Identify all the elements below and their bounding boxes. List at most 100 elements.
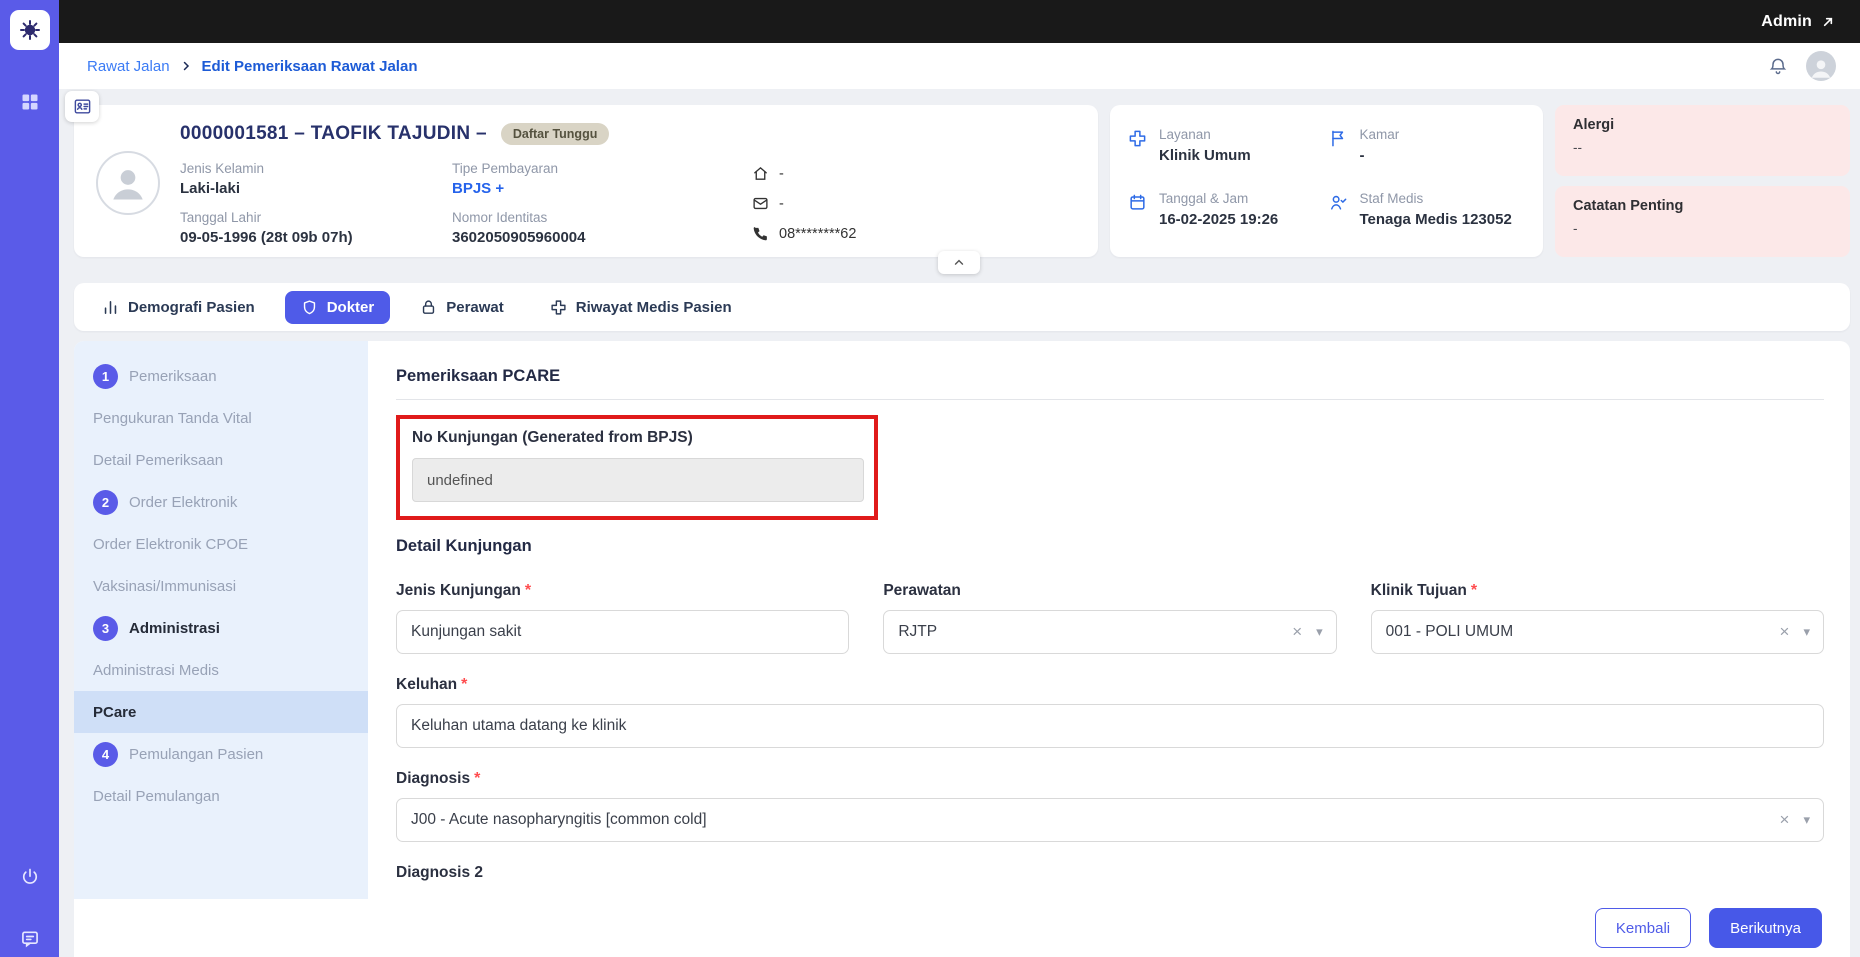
flag-icon [1329, 129, 1348, 148]
kamar-label: Kamar [1359, 127, 1400, 142]
topbar: Admin [59, 0, 1860, 43]
catatan-penting-card: Catatan Penting - [1555, 186, 1850, 257]
form-footer: Kembali Berikutnya [74, 899, 1850, 957]
tab-demografi-pasien[interactable]: Demografi Pasien [86, 291, 271, 324]
step-number: 2 [93, 489, 118, 515]
nav-label: Vaksinasi/Immunisasi [93, 577, 237, 595]
tab-riwayat-medis-pasien[interactable]: Riwayat Medis Pasien [534, 291, 748, 324]
catatan-penting-value: - [1573, 221, 1578, 236]
klinik-tujuan-select[interactable]: 001 - POLI UMUM × ▾ [1370, 610, 1824, 654]
nav-item-vaksinasi[interactable]: Vaksinasi/Immunisasi [74, 565, 368, 607]
step-number: 1 [93, 363, 118, 389]
tab-label: Dokter [326, 298, 375, 316]
patient-card-toggle-button[interactable] [65, 91, 99, 122]
no-kunjungan-input[interactable] [412, 458, 864, 502]
chevron-up-icon [954, 259, 964, 265]
chat-icon[interactable] [20, 929, 40, 949]
pcare-form: Pemeriksaan PCARE No Kunjungan (Generate… [368, 341, 1850, 957]
tanggal-jam-value: 16-02-2025 19:26 [1159, 211, 1279, 228]
no-kunjungan-label: No Kunjungan (Generated from BPJS) [412, 429, 693, 446]
keluhan-input[interactable] [396, 704, 1824, 748]
nav-label: Pengukuran Tanda Vital [93, 409, 252, 427]
app-logo [9, 10, 50, 50]
user-avatar[interactable] [1806, 51, 1836, 81]
patient-summary-card: 0000001581 – TAOFIK TAJUDIN – Daftar Tun… [65, 91, 1098, 257]
patient-avatar [96, 151, 160, 215]
nav-item-order-elektronik[interactable]: 2 Order Elektronik [74, 481, 368, 523]
chevron-down-icon[interactable]: ▾ [1803, 624, 1810, 640]
tanggal-jam-label: Tanggal & Jam [1159, 191, 1249, 206]
medical-cross-icon [550, 299, 567, 316]
perawatan-select[interactable]: RJTP × ▾ [883, 610, 1337, 654]
breadcrumb-parent[interactable]: Rawat Jalan [87, 58, 170, 75]
tipe-pembayaran-link[interactable]: BPJS + [452, 180, 752, 197]
nav-label: Detail Pemulangan [93, 787, 220, 805]
detail-kunjungan-title: Detail Kunjungan [396, 537, 532, 555]
nav-item-pengukuran-tanda-vital[interactable]: Pengukuran Tanda Vital [74, 397, 368, 439]
clear-icon[interactable]: × [1780, 810, 1790, 830]
alergi-value: -- [1573, 140, 1582, 155]
kembali-button[interactable]: Kembali [1594, 908, 1692, 948]
chevron-down-icon[interactable]: ▾ [1803, 812, 1810, 828]
required-marker: * [461, 676, 468, 693]
lock-icon [420, 299, 437, 316]
jenis-kunjungan-label: Jenis Kunjungan [396, 582, 521, 599]
nav-item-pcare[interactable]: PCare [74, 691, 368, 733]
nav-item-pemeriksaan[interactable]: 1 Pemeriksaan [74, 355, 368, 397]
chevron-right-icon [180, 60, 192, 72]
step-nav: 1 Pemeriksaan Pengukuran Tanda Vital Det… [74, 341, 368, 957]
email-value: - [779, 195, 784, 212]
nav-item-administrasi[interactable]: 3 Administrasi [74, 607, 368, 649]
nomor-identitas-label: Nomor Identitas [452, 210, 548, 225]
breadcrumb-current[interactable]: Edit Pemeriksaan Rawat Jalan [202, 58, 418, 75]
nav-label: PCare [93, 703, 137, 721]
calendar-icon [1128, 193, 1147, 212]
staf-medis-label: Staf Medis [1359, 191, 1424, 206]
medical-cross-icon [1128, 129, 1147, 148]
tab-perawat[interactable]: Perawat [404, 291, 520, 324]
clear-icon[interactable]: × [1292, 622, 1302, 642]
nav-label: Detail Pemeriksaan [93, 451, 224, 469]
nav-item-detail-pemulangan[interactable]: Detail Pemulangan [74, 775, 368, 817]
tab-dokter[interactable]: Dokter [284, 290, 391, 324]
app-sidebar [0, 0, 59, 957]
tab-label: Riwayat Medis Pasien [575, 298, 732, 316]
perawatan-value: RJTP [898, 623, 938, 640]
required-marker: * [1470, 582, 1478, 599]
shield-icon [301, 299, 318, 316]
nav-item-pemulangan-pasien[interactable]: 4 Pemulangan Pasien [74, 733, 368, 775]
alergi-card: Alergi -- [1555, 105, 1850, 176]
step-number: 4 [93, 741, 118, 767]
collapse-header-button[interactable] [938, 251, 980, 274]
keluhan-label: Keluhan [396, 676, 458, 693]
staf-medis-value: Tenaga Medis 123052 [1359, 211, 1512, 228]
jenis-kunjungan-input[interactable] [396, 610, 850, 654]
phone-value: 08********62 [779, 225, 857, 242]
page-content: 0000001581 – TAOFIK TAJUDIN – Daftar Tun… [59, 89, 1860, 957]
nav-label: Administrasi [129, 619, 220, 637]
power-icon[interactable] [20, 867, 40, 887]
diagnosis-select[interactable]: J00 - Acute nasopharyngitis [common cold… [396, 798, 1824, 842]
tanggal-lahir-label: Tanggal Lahir [180, 210, 262, 225]
kamar-value: - [1359, 147, 1365, 164]
external-link-icon[interactable] [1820, 14, 1836, 30]
layanan-label: Layanan [1159, 127, 1211, 142]
clear-icon[interactable]: × [1780, 622, 1790, 642]
chart-bars-icon [102, 299, 119, 316]
catatan-penting-label: Catatan Penting [1573, 198, 1684, 214]
phone-icon [752, 225, 769, 242]
nav-item-order-elektronik-cpoe[interactable]: Order Elektronik CPOE [74, 523, 368, 565]
klinik-tujuan-value: 001 - POLI UMUM [1385, 623, 1514, 640]
diagnosis-value: J00 - Acute nasopharyngitis [common cold… [411, 811, 707, 828]
nav-item-administrasi-medis[interactable]: Administrasi Medis [74, 649, 368, 691]
berikutnya-button[interactable]: Berikutnya [1709, 908, 1822, 948]
diagnosis2-label: Diagnosis 2 [396, 864, 483, 881]
nav-label: Pemulangan Pasien [129, 745, 264, 763]
notification-bell-icon[interactable] [1768, 56, 1788, 76]
layanan-value: Klinik Umum [1159, 147, 1251, 164]
role-tabs: Demografi Pasien Dokter Perawat Riwayat … [74, 283, 1850, 331]
nav-item-detail-pemeriksaan[interactable]: Detail Pemeriksaan [74, 439, 368, 481]
chevron-down-icon[interactable]: ▾ [1316, 624, 1323, 640]
admin-menu[interactable]: Admin [1761, 13, 1812, 31]
apps-grid-icon[interactable] [20, 92, 40, 112]
